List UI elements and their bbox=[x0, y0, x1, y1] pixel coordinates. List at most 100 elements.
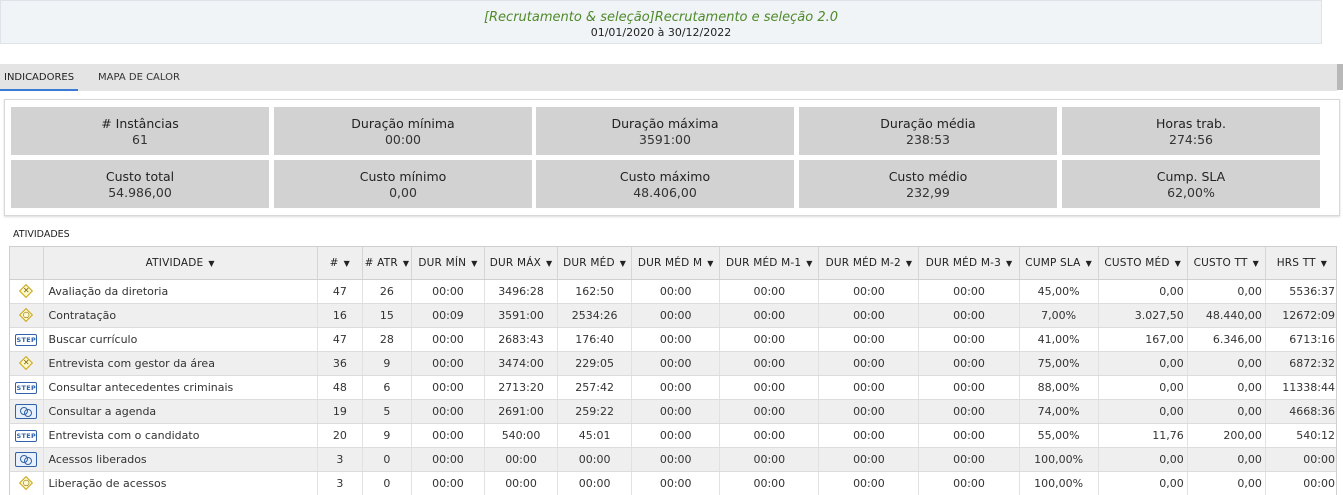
tab-indicadores[interactable]: INDICADORES bbox=[0, 64, 79, 91]
custo-tt-cell: 0,00 bbox=[1187, 279, 1266, 304]
scrollbar-thumb[interactable] bbox=[1337, 64, 1343, 90]
sort-caret-icon[interactable]: ▼ bbox=[546, 259, 552, 268]
dur-med-cell: 229:05 bbox=[557, 351, 633, 376]
custo-tt-cell: 6.346,00 bbox=[1187, 327, 1266, 352]
hrs-tt-cell: 00:00 bbox=[1265, 471, 1336, 495]
tab-bar: INDICADORES MAPA DE CALOR bbox=[0, 64, 1337, 91]
column-header-dur-med[interactable]: DUR MÉD ▼ bbox=[557, 247, 633, 280]
column-header-cump-sla[interactable]: CUMP SLA ▼ bbox=[1019, 247, 1099, 280]
dur-min-cell: 00:00 bbox=[411, 327, 486, 352]
column-header-count[interactable]: # ▼ bbox=[317, 247, 363, 280]
custo-med-cell: 0,00 bbox=[1098, 399, 1188, 424]
kpi-custo-maximo: Custo máximo 48.406,00 bbox=[536, 160, 794, 208]
column-header-icon bbox=[10, 247, 44, 280]
column-header-dur-med-m1[interactable]: DUR MÉD M-1 ▼ bbox=[719, 247, 820, 280]
sort-caret-icon[interactable]: ▼ bbox=[1175, 259, 1181, 268]
column-header-dur-med-m3[interactable]: DUR MÉD M-3 ▼ bbox=[918, 247, 1020, 280]
column-header-label: DUR MÉD M-2 bbox=[825, 256, 901, 269]
cump-sla-cell: 75,00% bbox=[1019, 351, 1099, 376]
table-row[interactable]: Acessos liberados 3 0 00:00 00:00 00:00 00:00 0… bbox=[10, 447, 1336, 472]
activity-name-cell: Avaliação da diretoria bbox=[43, 279, 318, 304]
column-header-dur-max[interactable]: DUR MÁX ▼ bbox=[484, 247, 559, 280]
column-header-dur-med-m[interactable]: DUR MÉD M ▼ bbox=[631, 247, 721, 280]
custo-tt-cell: 0,00 bbox=[1187, 447, 1266, 472]
hrs-tt-cell: 12672:09 bbox=[1265, 303, 1336, 328]
custo-med-cell: 11,76 bbox=[1098, 423, 1188, 448]
dur-med-m-cell: 00:00 bbox=[631, 399, 721, 424]
dur-max-cell: 00:00 bbox=[484, 471, 559, 495]
table-row[interactable]: STEP Consultar antecedentes criminais 48 6 0… bbox=[10, 375, 1336, 400]
sort-caret-icon[interactable]: ▼ bbox=[344, 259, 350, 268]
dur-min-cell: 00:00 bbox=[411, 399, 486, 424]
column-header-dur-med-m2[interactable]: DUR MÉD M-2 ▼ bbox=[818, 247, 920, 280]
kpi-instancias: # Instâncias 61 bbox=[11, 107, 269, 155]
cump-sla-cell: 45,00% bbox=[1019, 279, 1099, 304]
column-header-activity[interactable]: ATIVIDADE ▼ bbox=[43, 247, 318, 280]
kpi-horas-trab: Horas trab. 274:56 bbox=[1062, 107, 1320, 155]
kpi-panel: # Instâncias 61 Duração mínima 00:00 Dur… bbox=[4, 99, 1340, 216]
atr-cell: 9 bbox=[362, 423, 412, 448]
step-icon: STEP bbox=[15, 333, 38, 346]
table-row[interactable]: ○ Liberação de acessos 3 0 00:00 00:00 00:00 00… bbox=[10, 471, 1336, 495]
decision-x-icon: ✕ bbox=[18, 355, 34, 371]
dur-max-cell: 3474:00 bbox=[484, 351, 559, 376]
column-header-atr[interactable]: # ATR ▼ bbox=[362, 247, 412, 280]
kpi-value: 238:53 bbox=[906, 132, 950, 147]
atr-cell: 15 bbox=[362, 303, 412, 328]
activity-type-cell: STEP bbox=[10, 423, 44, 448]
table-row[interactable]: ○ Contratação 16 15 00:09 3591:00 2534:26 00:00… bbox=[10, 303, 1336, 328]
dur-med-m1-cell: 00:00 bbox=[719, 303, 820, 328]
dur-med-cell: 2534:26 bbox=[557, 303, 633, 328]
num-cell: 47 bbox=[317, 279, 363, 304]
tab-mapa-de-calor[interactable]: MAPA DE CALOR bbox=[94, 64, 184, 91]
kpi-label: Custo mínimo bbox=[359, 169, 447, 184]
kpi-duracao-media: Duração média 238:53 bbox=[799, 107, 1057, 155]
column-header-custo-tt[interactable]: CUSTO TT ▼ bbox=[1187, 247, 1266, 280]
table-row[interactable]: STEP Entrevista com o candidato 20 9 00:00 54… bbox=[10, 423, 1336, 448]
activity-type-cell: STEP bbox=[10, 375, 44, 400]
sort-caret-icon[interactable]: ▼ bbox=[471, 259, 477, 268]
column-header-label: DUR MÍN bbox=[418, 256, 467, 269]
dur-med-m-cell: 00:00 bbox=[631, 375, 721, 400]
table-header-row: ATIVIDADE ▼ # ▼ # ATR ▼ DUR MÍN ▼ DUR MÁX ▼ DUR MÉ… bbox=[10, 247, 1336, 280]
dur-med-cell: 176:40 bbox=[557, 327, 633, 352]
sort-caret-icon[interactable]: ▼ bbox=[1253, 259, 1259, 268]
kpi-label: Custo máximo bbox=[619, 169, 711, 184]
column-header-dur-min[interactable]: DUR MÍN ▼ bbox=[411, 247, 486, 280]
dur-med-m3-cell: 00:00 bbox=[918, 447, 1020, 472]
sort-caret-icon[interactable]: ▼ bbox=[906, 259, 912, 268]
dur-med-m1-cell: 00:00 bbox=[719, 399, 820, 424]
activity-type-cell: ○ bbox=[10, 303, 44, 328]
sort-caret-icon[interactable]: ▼ bbox=[1086, 259, 1092, 268]
column-header-custo-med[interactable]: CUSTO MÉD ▼ bbox=[1098, 247, 1188, 280]
sort-caret-icon[interactable]: ▼ bbox=[707, 259, 713, 268]
kpi-custo-total: Custo total 54.986,00 bbox=[11, 160, 269, 208]
table-row[interactable]: Consultar a agenda 19 5 00:00 2691:00 259:22 0… bbox=[10, 399, 1336, 424]
column-header-hrs-tt[interactable]: HRS TT ▼ bbox=[1265, 247, 1336, 280]
dur-med-m-cell: 00:00 bbox=[631, 423, 721, 448]
step-icon: STEP bbox=[15, 381, 38, 394]
kpi-value: 3591:00 bbox=[639, 132, 691, 147]
sort-caret-icon[interactable]: ▼ bbox=[620, 259, 626, 268]
dur-med-m3-cell: 00:00 bbox=[918, 351, 1020, 376]
table-row[interactable]: ✕ Entrevista com gestor da área 36 9 00:00 34… bbox=[10, 351, 1336, 376]
sort-caret-icon[interactable]: ▼ bbox=[403, 259, 409, 268]
table-row[interactable]: ✕ Avaliação da diretoria 47 26 00:00 3496:28 1… bbox=[10, 279, 1336, 304]
process-title: [Recrutamento & seleção]Recrutamento e s… bbox=[483, 10, 839, 25]
custo-tt-cell: 0,00 bbox=[1187, 351, 1266, 376]
custo-med-cell: 0,00 bbox=[1098, 279, 1188, 304]
dur-med-m1-cell: 00:00 bbox=[719, 471, 820, 495]
atr-cell: 9 bbox=[362, 351, 412, 376]
dur-med-m-cell: 00:00 bbox=[631, 279, 721, 304]
sort-caret-icon[interactable]: ▼ bbox=[806, 259, 812, 268]
dur-med-m3-cell: 00:00 bbox=[918, 375, 1020, 400]
sort-caret-icon[interactable]: ▼ bbox=[208, 259, 214, 268]
sort-caret-icon[interactable]: ▼ bbox=[1321, 259, 1327, 268]
table-row[interactable]: STEP Buscar currículo 47 28 00:00 2683:43 176:… bbox=[10, 327, 1336, 352]
kpi-value: 232,99 bbox=[906, 185, 950, 200]
column-header-label: # ATR bbox=[364, 256, 398, 269]
column-header-label: DUR MÉD M bbox=[637, 256, 703, 269]
step-icon: STEP bbox=[15, 429, 38, 442]
sort-caret-icon[interactable]: ▼ bbox=[1006, 259, 1012, 268]
hrs-tt-cell: 00:00 bbox=[1265, 447, 1336, 472]
